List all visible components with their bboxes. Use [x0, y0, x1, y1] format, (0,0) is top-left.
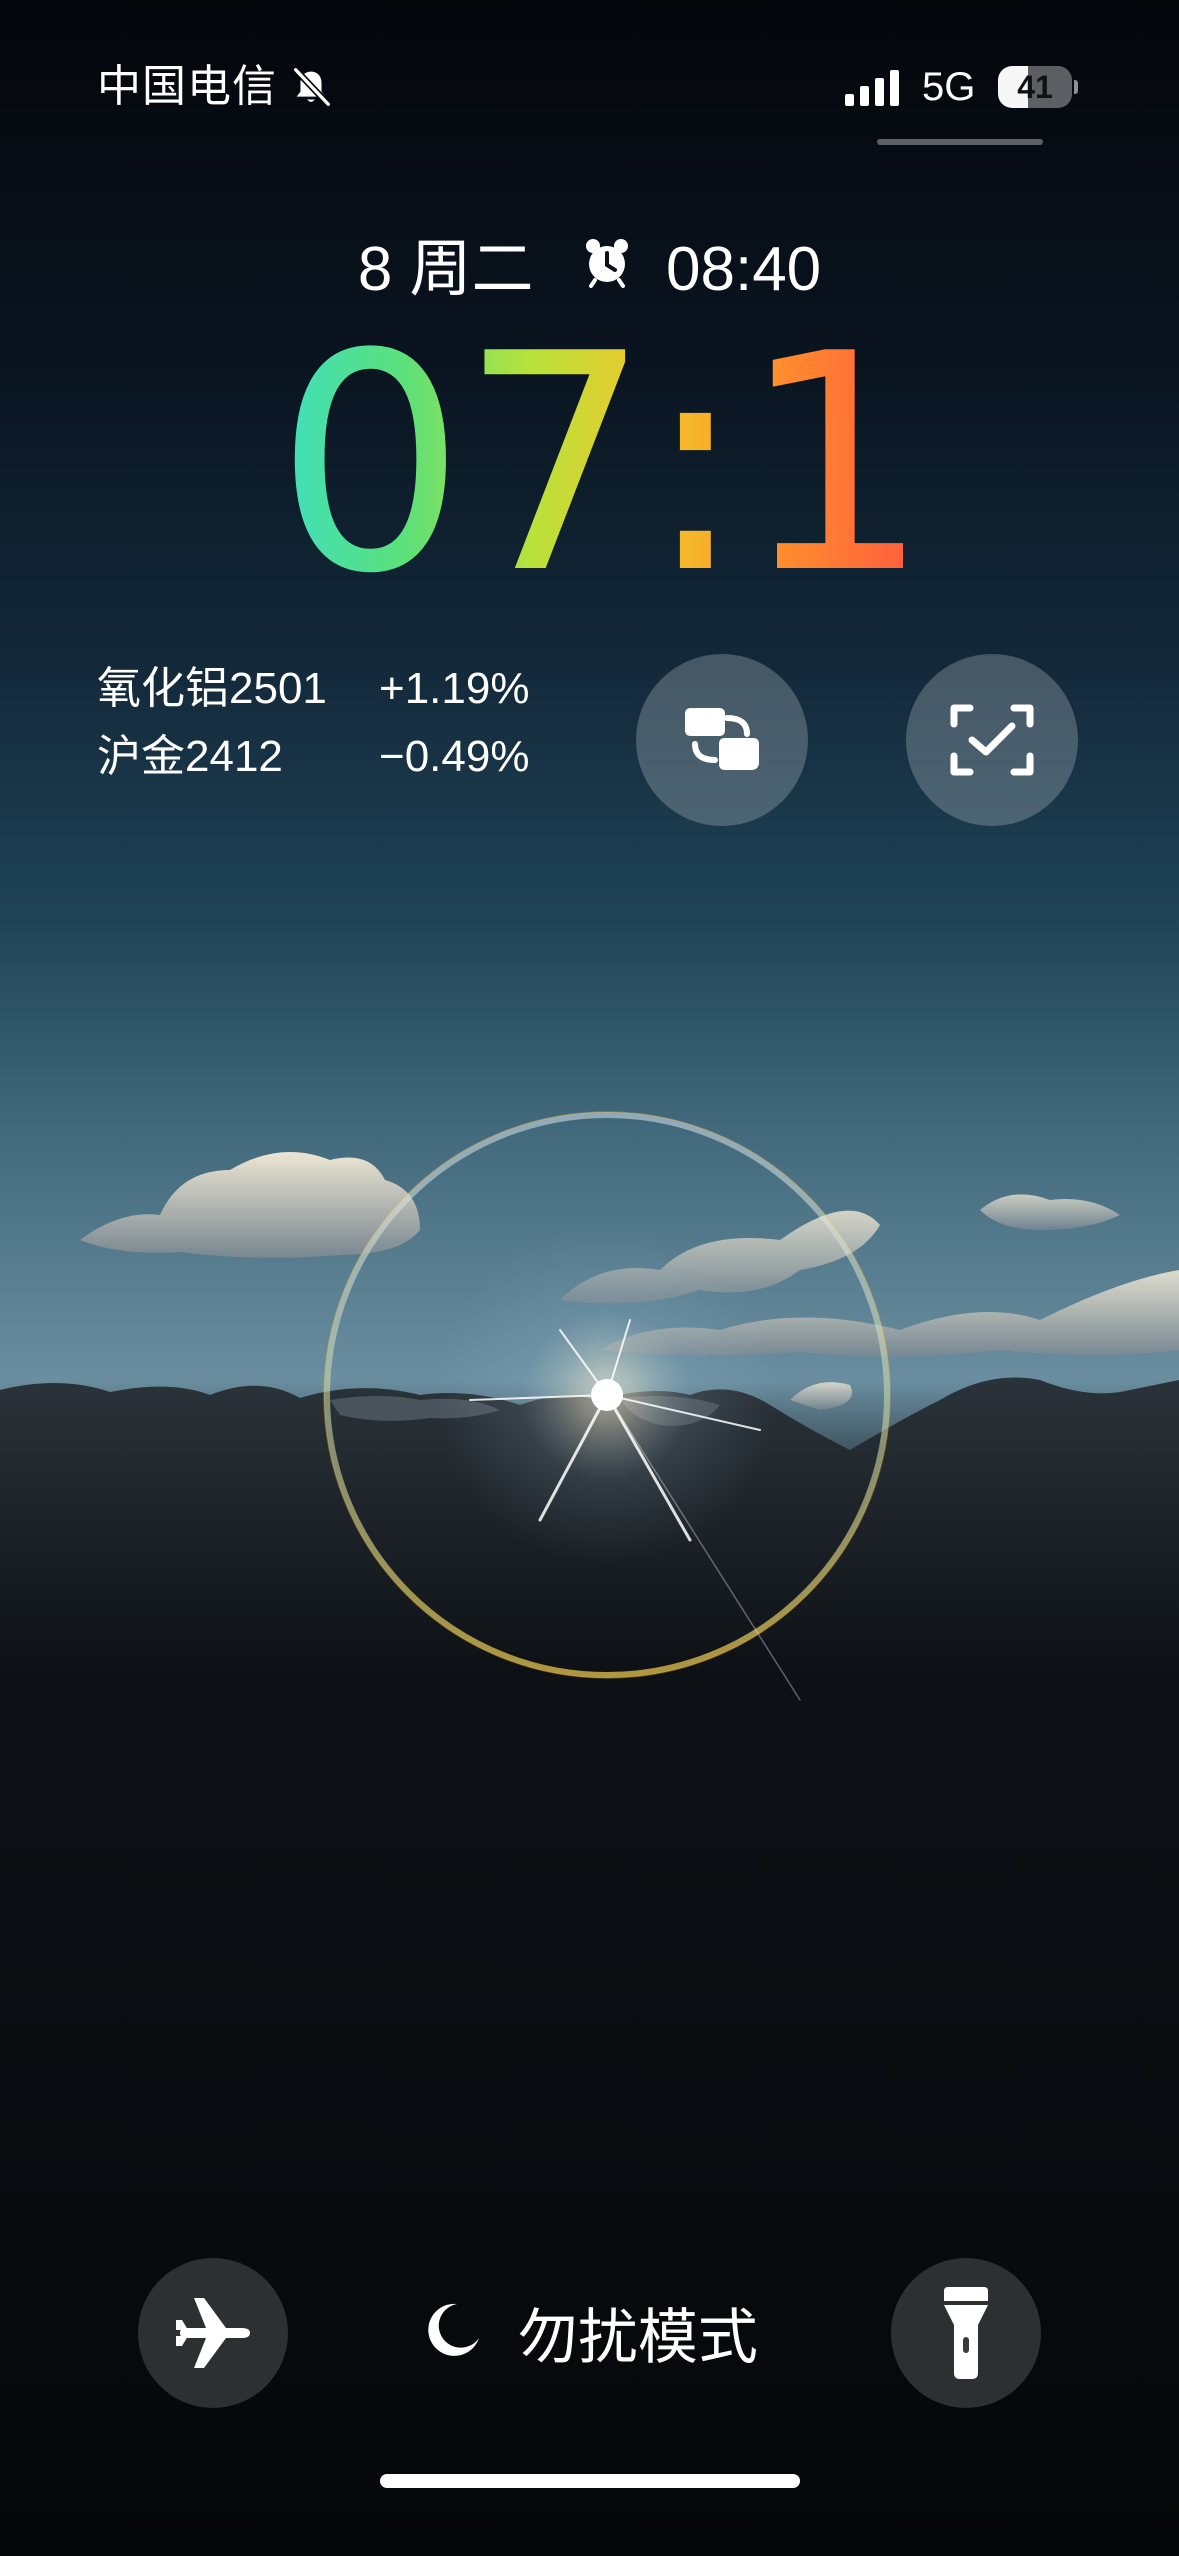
stock-name: 氧化铝2501	[97, 664, 327, 713]
network-type: 5G	[922, 65, 976, 109]
stock-widget[interactable]: 氧化铝2501 +1.19% 沪金2412 −0.49%	[97, 655, 557, 791]
status-bar: 中国电信 5G 41	[0, 0, 1179, 160]
battery-level: 41	[1017, 69, 1053, 105]
stock-row: 沪金2412 −0.49%	[97, 723, 557, 791]
scan-check-icon	[950, 704, 1034, 776]
mute-bell-icon	[292, 66, 332, 108]
stock-row: 氧化铝2501 +1.19%	[97, 655, 557, 723]
stock-change: +1.19%	[379, 664, 530, 713]
control-center-handle[interactable]	[877, 139, 1043, 145]
card-switch-icon	[685, 708, 759, 770]
stock-change: −0.49%	[379, 732, 530, 781]
battery-icon: 41	[998, 66, 1078, 108]
moon-icon	[421, 2298, 501, 2378]
carrier-name: 中国电信	[97, 62, 277, 111]
stock-name: 沪金2412	[97, 732, 283, 781]
lockscreen-clock[interactable]: 07:17	[275, 315, 1116, 615]
dnd-label: 勿扰模式	[517, 2304, 758, 2372]
flashlight-icon	[944, 2287, 988, 2379]
flashlight-button[interactable]	[891, 2258, 1041, 2408]
scan-button[interactable]	[906, 654, 1078, 826]
home-indicator[interactable]	[380, 2474, 800, 2488]
card-switch-button[interactable]	[636, 654, 808, 826]
cellular-signal-icon	[845, 70, 899, 106]
